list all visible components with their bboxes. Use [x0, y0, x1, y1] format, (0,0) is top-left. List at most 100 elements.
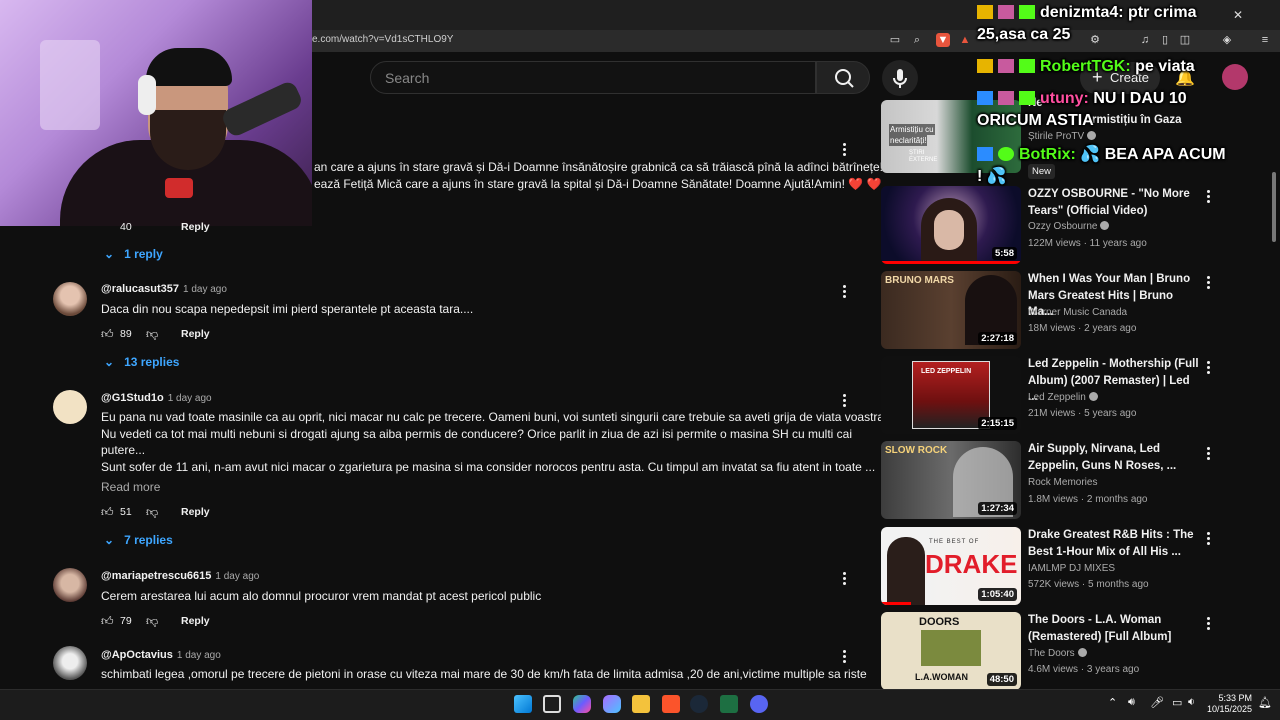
- dislike-icon[interactable]: 👎︎: [146, 327, 158, 342]
- show-replies-button[interactable]: ⌄ 7 replies: [104, 533, 173, 547]
- vpn-icon[interactable]: ◈: [1220, 33, 1234, 47]
- chat-line: denizmta4: ptr crima: [977, 4, 1197, 22]
- comment-menu-icon[interactable]: [843, 570, 847, 587]
- video-thumbnail[interactable]: BRUNO MARS 2:27:18: [881, 271, 1021, 349]
- dislike-icon[interactable]: 👎︎: [146, 614, 158, 629]
- video-thumbnail[interactable]: SLOW ROCK 1:27:34: [881, 441, 1021, 519]
- url-text[interactable]: e.com/watch?v=Vd1sCTHLO9Y: [312, 34, 453, 45]
- video-menu-icon[interactable]: [1207, 615, 1211, 632]
- steam-icon[interactable]: [690, 695, 708, 713]
- video-title[interactable]: Air Supply, Nirvana, Led Zeppelin, Guns …: [1028, 441, 1200, 474]
- video-channel[interactable]: Știrile ProTV: [1028, 131, 1097, 142]
- brave-shield-icon[interactable]: ▼: [936, 33, 950, 47]
- sidebar-icon[interactable]: ▯: [1158, 33, 1172, 47]
- video-menu-icon[interactable]: [1207, 530, 1211, 547]
- video-menu-icon[interactable]: [1207, 359, 1211, 376]
- video-channel[interactable]: IAMLMP DJ MIXES: [1028, 563, 1115, 574]
- reply-button[interactable]: Reply: [181, 221, 210, 233]
- video-duration: 2:27:18: [978, 332, 1017, 345]
- thumb-caption: SLOW ROCK: [885, 445, 948, 456]
- video-thumbnail[interactable]: 5:58: [881, 186, 1021, 264]
- video-menu-icon[interactable]: [1207, 188, 1211, 205]
- like-icon[interactable]: 👍︎: [101, 505, 114, 520]
- like-icon[interactable]: 👍︎: [101, 614, 114, 629]
- comment-menu-icon[interactable]: [843, 392, 847, 409]
- read-more-button[interactable]: Read more: [101, 479, 160, 496]
- chat-badge-icon: [1019, 91, 1035, 105]
- wallet-icon[interactable]: ◫: [1178, 33, 1192, 47]
- avatar[interactable]: [53, 390, 87, 424]
- thumb-caption: Armistițiu cu: [889, 124, 935, 135]
- brave-browser-icon[interactable]: [662, 695, 680, 713]
- menu-icon[interactable]: ≡: [1258, 33, 1272, 47]
- video-menu-icon[interactable]: [1207, 274, 1211, 291]
- video-meta: 4.6M views · 3 years ago: [1028, 664, 1140, 675]
- video-title[interactable]: Drake Greatest R&B Hits : The Best 1-Hou…: [1028, 527, 1200, 560]
- chat-line: RobertTGK: pe viata: [977, 58, 1195, 76]
- avatar[interactable]: [53, 282, 87, 316]
- account-avatar[interactable]: [1222, 64, 1248, 90]
- comment-menu-icon[interactable]: [843, 648, 847, 665]
- comment-author[interactable]: @ApOctavius 1 day ago: [101, 649, 221, 661]
- copilot-icon[interactable]: [573, 695, 591, 713]
- search-input[interactable]: Search: [370, 61, 816, 94]
- show-replies-button[interactable]: ⌄ 13 replies: [104, 355, 179, 369]
- zoom-icon[interactable]: ⌕: [910, 33, 924, 47]
- chat-line: 25,asa ca 25: [977, 26, 1071, 43]
- comment-author[interactable]: @ralucasut357 1 day ago: [101, 283, 227, 295]
- system-tray-chevron-icon[interactable]: ⌃: [1108, 696, 1117, 709]
- video-thumbnail[interactable]: DOORS L.A.WOMAN 48:50: [881, 612, 1021, 690]
- dislike-icon[interactable]: 👎︎: [146, 505, 158, 520]
- page-scrollbar[interactable]: [1272, 172, 1276, 242]
- brave-rewards-icon[interactable]: ▲: [958, 33, 972, 47]
- video-duration: 1:27:34: [978, 502, 1017, 515]
- comment-author[interactable]: @mariapetrescu6615 1 day ago: [101, 570, 259, 582]
- verified-icon: [1087, 131, 1097, 140]
- network-icon[interactable]: ▭: [1172, 696, 1182, 709]
- discord-icon[interactable]: [750, 695, 768, 713]
- video-title[interactable]: The Doors - L.A. Woman (Remastered) [Ful…: [1028, 612, 1200, 645]
- sub-badge-icon: [998, 91, 1014, 105]
- video-channel[interactable]: Ozzy Osbourne: [1028, 221, 1110, 232]
- volume-icon[interactable]: 🔉︎: [1188, 696, 1195, 709]
- comment-menu-icon[interactable]: [843, 283, 847, 300]
- chevron-down-icon: ⌄: [104, 355, 115, 369]
- music-icon[interactable]: ♫: [1138, 33, 1152, 47]
- speaker-icon[interactable]: 🔊︎: [1128, 696, 1135, 709]
- like-icon[interactable]: 👍︎: [101, 327, 114, 342]
- avatar[interactable]: [53, 568, 87, 602]
- widgets-icon[interactable]: [603, 695, 621, 713]
- excel-icon[interactable]: [720, 695, 738, 713]
- avatar[interactable]: [53, 646, 87, 680]
- comment-menu-icon[interactable]: [843, 141, 847, 158]
- video-title[interactable]: OZZY OSBOURNE - "No More Tears" (Officia…: [1028, 186, 1200, 219]
- mic-tray-icon[interactable]: 🎤︎: [1150, 696, 1164, 709]
- video-thumbnail[interactable]: THE BEST OF DRAKE 1:05:40: [881, 527, 1021, 605]
- video-title[interactable]: rmistițiu în Gaza: [1092, 112, 1192, 129]
- video-thumbnail[interactable]: LED ZEPPELIN 2:15:15: [881, 356, 1021, 434]
- search-button[interactable]: [816, 61, 870, 94]
- close-window-icon[interactable]: ✕: [1233, 8, 1243, 22]
- show-replies-button[interactable]: ⌄ 1 reply: [104, 247, 163, 261]
- thumb-caption: DOORS: [919, 616, 960, 628]
- chat-line: utuny: NU I DAU 10: [977, 90, 1187, 108]
- screen-cast-icon[interactable]: ▭: [888, 33, 902, 47]
- video-menu-icon[interactable]: [1207, 445, 1211, 462]
- reply-button[interactable]: Reply: [181, 506, 210, 518]
- video-channel[interactable]: Led Zeppelin: [1028, 392, 1098, 403]
- extension-icon[interactable]: ⚙: [1088, 33, 1102, 47]
- sub-badge-icon: [998, 5, 1014, 19]
- reply-button[interactable]: Reply: [181, 328, 210, 340]
- comment-time: 1 day ago: [176, 650, 221, 661]
- taskbar-clock[interactable]: 5:33 PM 10/15/2025: [1200, 693, 1252, 715]
- video-channel[interactable]: Warner Music Canada: [1028, 307, 1127, 318]
- voice-search-button[interactable]: [882, 60, 918, 96]
- video-channel[interactable]: Rock Memories: [1028, 477, 1097, 488]
- notification-center-icon[interactable]: 🔔︎: [1258, 696, 1272, 709]
- start-icon[interactable]: [514, 695, 532, 713]
- task-view-icon[interactable]: [543, 695, 561, 713]
- comment-author[interactable]: @G1Stud1o 1 day ago: [101, 392, 212, 404]
- video-channel[interactable]: The Doors: [1028, 648, 1087, 659]
- reply-button[interactable]: Reply: [181, 615, 210, 627]
- file-explorer-icon[interactable]: [632, 695, 650, 713]
